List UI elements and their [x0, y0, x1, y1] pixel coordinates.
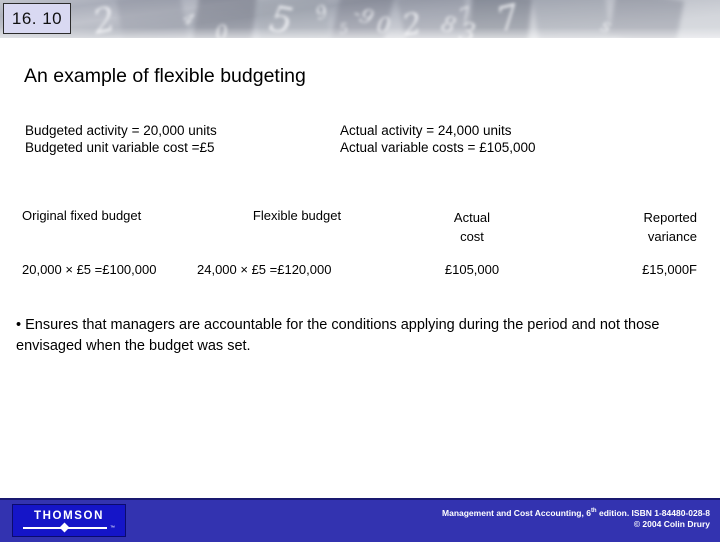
cell-reported-variance: £15,000F [642, 262, 697, 277]
footer-bar: THOMSON ™ Management and Cost Accounting… [0, 498, 720, 542]
banner-photo-numbers: 2 5 9 -9 5 0 2 8 7 3 7 s 0 4 [0, 0, 720, 38]
actual-activity-text: Actual activity = 24,000 units [340, 123, 512, 138]
thomson-logo: THOMSON ™ [12, 504, 126, 537]
column-header-actual-cost-line1: Actual [453, 210, 491, 225]
trademark-icon: ™ [110, 524, 115, 531]
column-header-reported-variance-line2: variance [647, 229, 697, 244]
actual-variable-costs-text: Actual variable costs = £105,000 [340, 139, 536, 155]
column-header-original-fixed-budget: Original fixed budget [22, 208, 142, 223]
thomson-logo-wordmark: THOMSON [34, 509, 104, 522]
cell-flexible-budget: 24,000 × £5 =£120,000 [197, 262, 332, 277]
table-header-row: Original fixed budget Flexible budget Ac… [22, 208, 698, 246]
bullet-text: Ensures that managers are accountable fo… [16, 317, 660, 354]
footer-citation-line1: Management and Cost Accounting, 6th edit… [442, 506, 710, 519]
thomson-logo-rule-icon: ™ [23, 522, 115, 533]
footer-citation-line1-pre: Management and Cost Accounting, 6 [442, 507, 591, 518]
table-row: 20,000 × £5 =£100,000 24,000 × £5 =£120,… [22, 262, 698, 277]
header-banner: 2 5 9 -9 5 0 2 8 7 3 7 s 0 4 [0, 0, 720, 38]
assumptions-row-cost: Budgeted unit variable cost =£5 Actual v… [25, 140, 695, 157]
bullet-marker-icon: • [16, 317, 22, 333]
cell-actual-cost: £105,000 [444, 262, 500, 277]
assumptions-block: Budgeted activity = 20,000 units Actual … [25, 123, 695, 156]
budgeted-unit-variable-cost-text: Budgeted unit variable cost =£5 [25, 139, 215, 155]
column-header-actual-cost-line2: cost [460, 229, 484, 244]
thomson-logo-diamond-icon [59, 522, 70, 533]
slide-number-badge: 16. 10 [3, 3, 71, 34]
footer-copyright: © 2004 Colin Drury [633, 519, 710, 530]
page-title: An example of flexible budgeting [24, 65, 306, 87]
column-header-actual-cost: Actual cost [397, 208, 547, 246]
flexible-budget-comparison-table: Original fixed budget Flexible budget Ac… [22, 208, 698, 277]
column-header-flexible-budget: Flexible budget [252, 208, 342, 223]
budgeted-activity-text: Budgeted activity = 20,000 units [25, 123, 217, 138]
cell-original-fixed-budget: 20,000 × £5 =£100,000 [22, 262, 157, 277]
footer-citation: Management and Cost Accounting, 6th edit… [442, 506, 710, 531]
footer-citation-line1-post: edition. ISBN 1-84480-028-8 [596, 507, 710, 518]
column-header-reported-variance-line1: Reported [643, 210, 697, 225]
bullet-paragraph: • Ensures that managers are accountable … [16, 315, 688, 357]
column-header-reported-variance: Reported variance [547, 208, 697, 246]
assumptions-row-activity: Budgeted activity = 20,000 units Actual … [25, 123, 695, 140]
